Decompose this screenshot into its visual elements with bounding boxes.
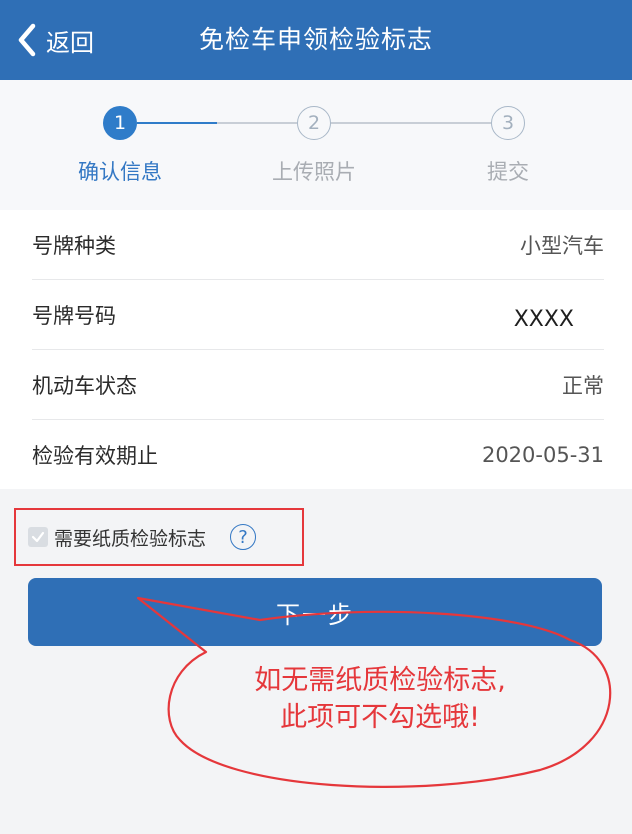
vehicle-info-list: 号牌种类 小型汽车 号牌号码 XXXX 机动车状态 正常 检验有效期止 2020… <box>0 210 632 489</box>
step-3-circle: 3 <box>491 106 525 140</box>
info-row-inspection-expiry: 检验有效期止 2020-05-31 <box>32 420 604 489</box>
paper-sticker-label[interactable]: 需要纸质检验标志 <box>54 524 206 551</box>
plate-number-label: 号牌号码 <box>32 303 116 328</box>
question-circle-icon[interactable]: ? <box>230 524 257 550</box>
annotation-text: 如无需纸质检验标志, 此项可不勾选哦! <box>180 662 580 736</box>
step-1-label: 确认信息 <box>78 160 162 184</box>
step-connector-1-idle <box>217 122 297 124</box>
next-step-button[interactable]: 下一步 <box>28 578 602 646</box>
step-2-label: 上传照片 <box>272 160 356 184</box>
inspection-expiry-value: 2020-05-31 <box>481 442 604 467</box>
step-connector-1-active <box>137 122 217 124</box>
inspection-expiry-label: 检验有效期止 <box>32 443 158 468</box>
step-indicator: 1 2 3 确认信息 上传照片 提交 <box>0 80 632 210</box>
info-row-vehicle-status: 机动车状态 正常 <box>32 350 604 420</box>
annotation-line-1: 如无需纸质检验标志, <box>254 665 506 696</box>
step-3-label: 提交 <box>487 160 529 184</box>
vehicle-status-label: 机动车状态 <box>32 373 137 398</box>
plate-number-value: XXXX <box>513 307 574 332</box>
plate-type-label: 号牌种类 <box>32 233 116 258</box>
step-1-circle: 1 <box>103 106 137 140</box>
vehicle-status-value: 正常 <box>562 373 604 398</box>
paper-sticker-checkbox[interactable] <box>28 527 48 547</box>
page-title: 免检车申领检验标志 <box>198 25 433 54</box>
info-row-plate-number: 号牌号码 XXXX <box>32 280 604 350</box>
plate-type-value: 小型汽车 <box>520 233 604 258</box>
paper-sticker-option-highlight: 需要纸质检验标志 ? <box>14 508 304 566</box>
annotation-line-2: 此项可不勾选哦! <box>280 702 480 733</box>
step-2-circle: 2 <box>297 106 331 140</box>
check-icon <box>31 531 45 543</box>
step-connector-2 <box>331 122 491 124</box>
app-header: 返回 免检车申领检验标志 <box>0 0 632 80</box>
info-row-plate-type: 号牌种类 小型汽车 <box>32 210 604 280</box>
